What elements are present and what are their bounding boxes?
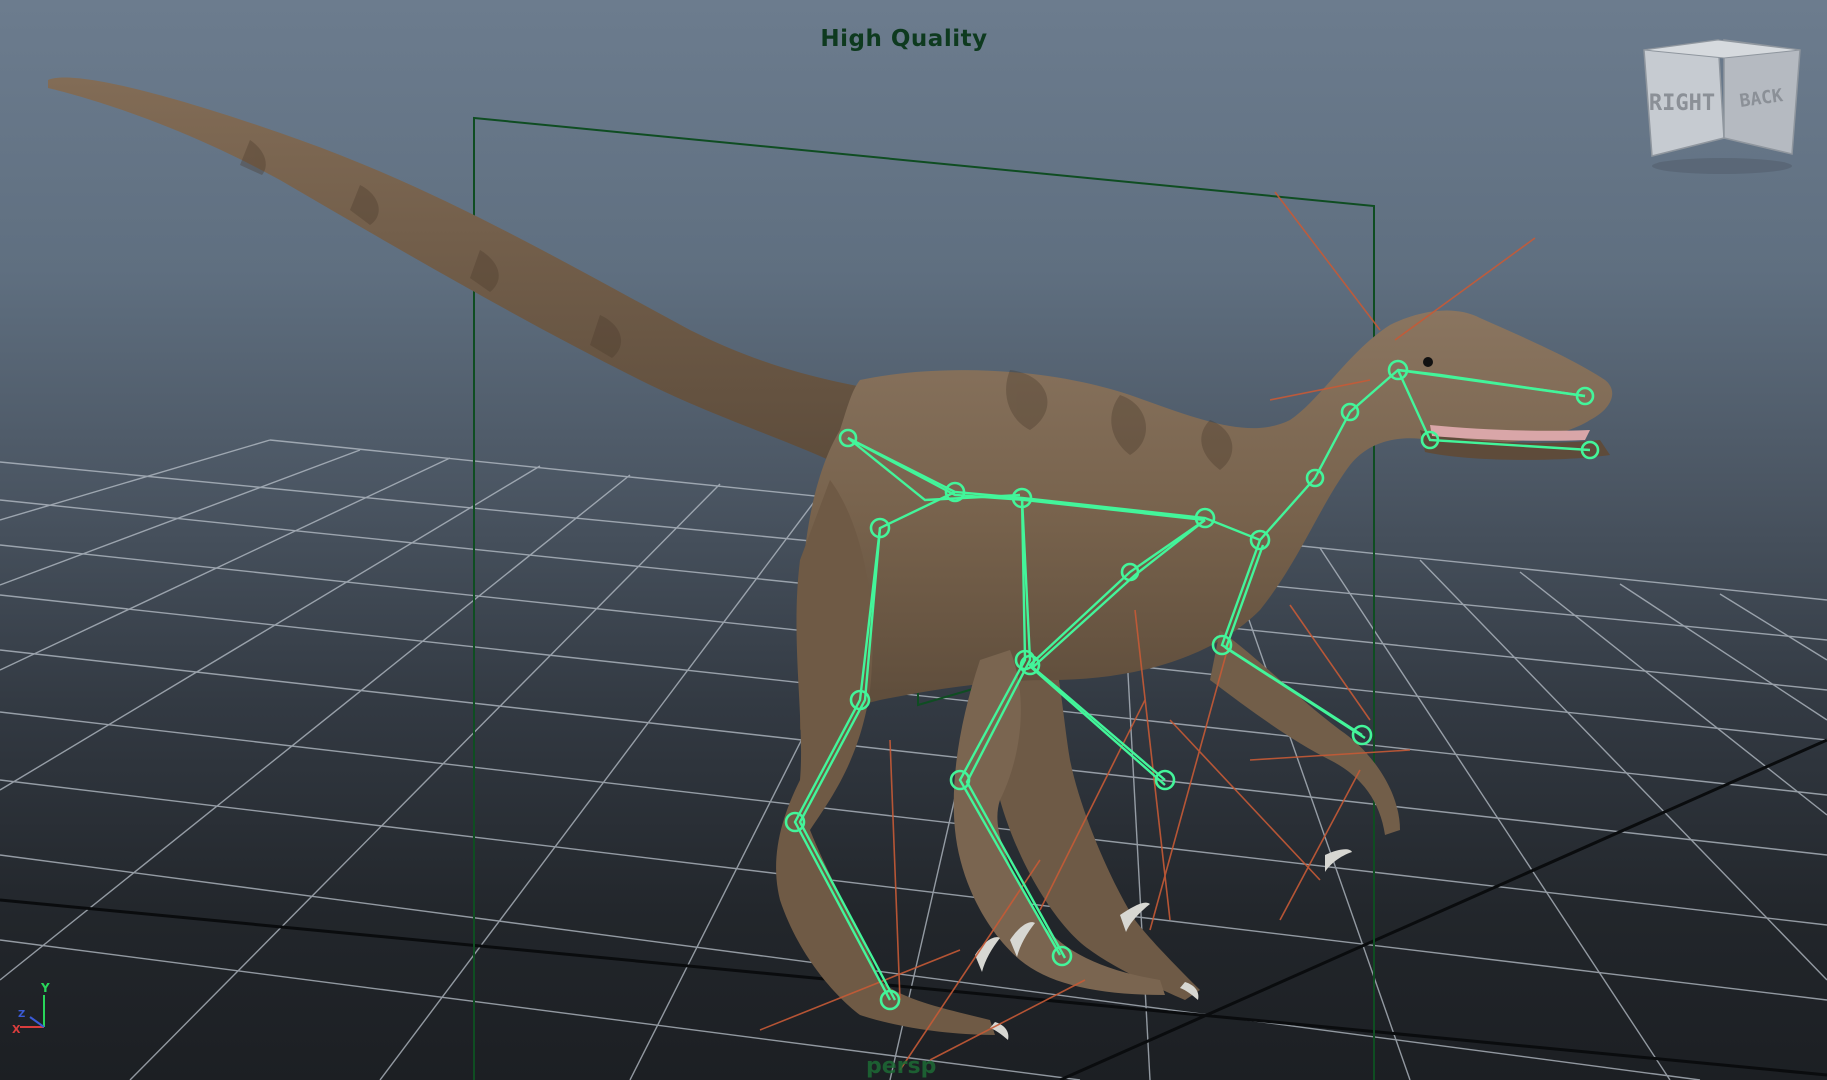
perspective-viewport[interactable]: High Quality persp RIGHT BACK Y Z X — [0, 0, 1827, 1080]
torso — [800, 310, 1613, 730]
axis-gizmo: Y Z X — [12, 981, 50, 1035]
view-cube[interactable]: RIGHT BACK — [1640, 38, 1810, 178]
axis-y-label: Y — [40, 981, 50, 995]
view-cube-right-label: RIGHT — [1649, 91, 1715, 116]
world-axis-lines — [0, 738, 1827, 1080]
tail — [48, 77, 880, 470]
camera-name-label: persp — [866, 1054, 937, 1079]
scene-canvas[interactable] — [0, 0, 1827, 1080]
axis-z-label: Z — [18, 1009, 25, 1020]
hud-quality-title: High Quality — [820, 26, 988, 52]
axis-x-label: X — [12, 1023, 21, 1035]
raptor-mesh[interactable] — [48, 77, 1613, 1041]
